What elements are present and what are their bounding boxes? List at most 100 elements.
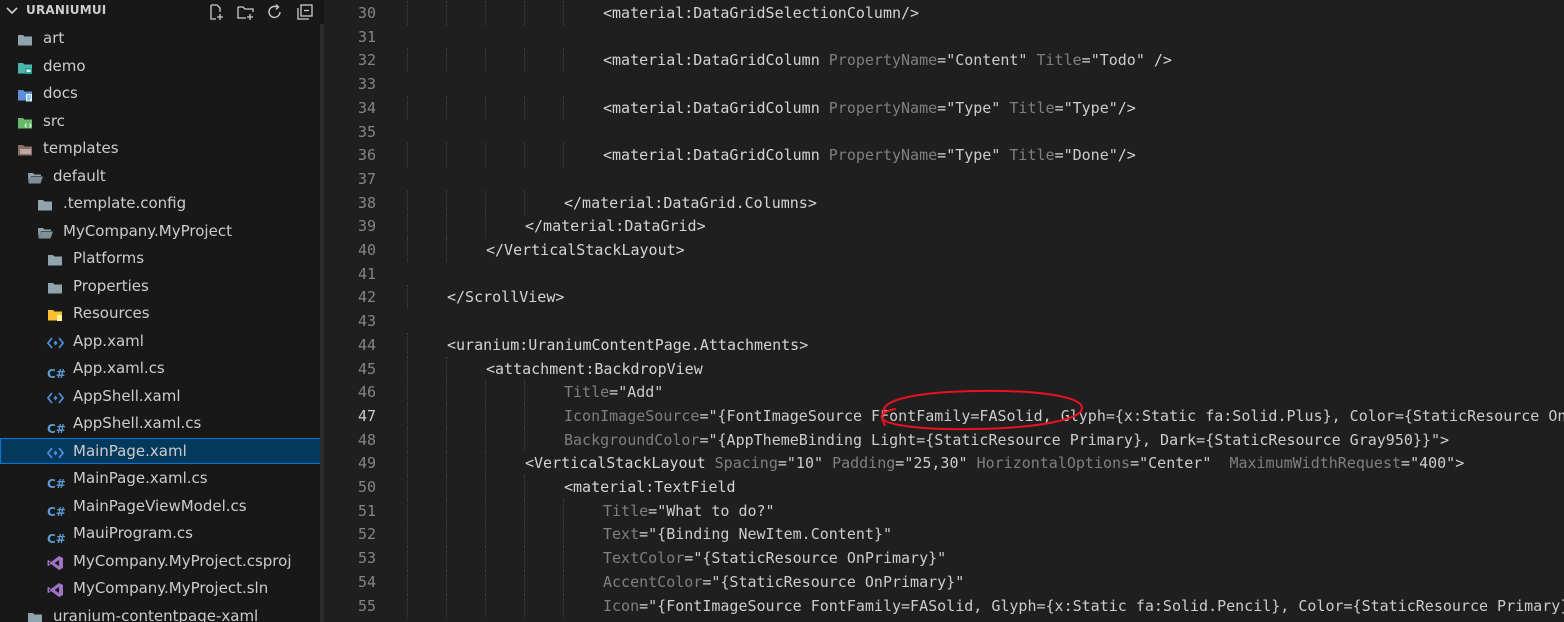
tree-file-mauiprogram-cs[interactable]: C# MauiProgram.cs	[0, 520, 324, 546]
indent-guide	[407, 498, 409, 523]
attribute-token: BackgroundColor	[564, 430, 700, 449]
attribute-token: Padding	[832, 454, 896, 473]
code-line[interactable]: 51 Title="What to do?"	[324, 498, 1564, 523]
chevron-down-icon[interactable]	[4, 2, 20, 18]
code-line[interactable]: 38 </material:DataGrid.Columns>	[324, 190, 1564, 215]
indent-guide	[407, 48, 409, 73]
tree-folder-src[interactable]: src	[0, 108, 324, 134]
attribute-token: PropertyName	[828, 146, 938, 165]
indent-guide	[407, 238, 409, 262]
collapse-all-button[interactable]	[294, 1, 316, 23]
tree-item-label: Resources	[73, 304, 150, 322]
refresh-button[interactable]	[264, 1, 286, 23]
folder-templates-icon	[17, 140, 34, 156]
code-line[interactable]: 30 <material:DataGridSelectionColumn/>	[324, 1, 1564, 25]
code-line[interactable]: 31	[324, 25, 1564, 49]
indent-guide	[407, 332, 409, 357]
code-line[interactable]: 42 </ScrollView>	[324, 285, 1564, 310]
tree-folder-platforms[interactable]: Platforms	[0, 245, 324, 271]
tree-file-appshell-xaml-cs[interactable]: C# AppShell.xaml.cs	[0, 410, 324, 436]
tree-folder-properties[interactable]: Properties	[0, 273, 324, 299]
refresh-icon	[268, 4, 281, 19]
tree-item-label: AppShell.xaml.cs	[73, 414, 202, 432]
indent-guide	[407, 522, 409, 547]
code-line[interactable]: 49 <VerticalStackLayout Spacing="10" Padd…	[324, 451, 1564, 476]
tree-file-mycompany-myproject-csproj[interactable]: MyCompany.MyProject.csproj	[0, 548, 324, 574]
code-line[interactable]: 41	[324, 262, 1564, 286]
code-line[interactable]: 39 </material:DataGrid>	[324, 214, 1564, 239]
code-text: <material:TextField	[564, 475, 736, 499]
tree-folder-templates[interactable]: templates	[0, 135, 324, 161]
code-line[interactable]: 45 <attachment:BackdropView	[324, 356, 1564, 381]
code-line[interactable]: 53 TextColor="{StaticResource OnPrimary}"	[324, 546, 1564, 571]
indent-guide	[485, 214, 487, 239]
tree-folder-default[interactable]: default	[0, 163, 324, 189]
code-line[interactable]: 55 Icon="{FontImageSource FontFamily=FASo…	[324, 593, 1564, 618]
code-line[interactable]: 35	[324, 120, 1564, 144]
indent-guide	[563, 95, 565, 120]
string-token: "{StaticResource OnPrimary}"	[711, 572, 965, 591]
string-token: "400"	[1410, 454, 1456, 473]
visual-studio-icon	[47, 580, 64, 597]
code-line[interactable]: 36 <material:DataGridColumn PropertyName=…	[324, 143, 1564, 168]
tag-token: =	[777, 454, 787, 473]
tag-token: <material:DataGridSelectionColumn/>	[603, 4, 920, 22]
tree-folder-docs[interactable]: docs	[0, 80, 324, 106]
code-line[interactable]: 43	[324, 309, 1564, 333]
indent-guide	[446, 214, 448, 239]
tree-folder-resources[interactable]: Resources	[0, 300, 324, 326]
tree-folder-demo[interactable]: demo	[0, 53, 324, 79]
new-file-button[interactable]	[205, 1, 227, 23]
code-line[interactable]: 50 <material:TextField	[324, 475, 1564, 499]
code-line[interactable]: 34 <material:DataGridColumn PropertyName=…	[324, 95, 1564, 120]
tag-token: =	[895, 454, 905, 473]
tree-file-mainpageviewmodel-cs[interactable]: C# MainPageViewModel.cs	[0, 493, 324, 519]
tree-folder-art[interactable]: art	[0, 25, 324, 51]
tree-file-mainpage-xaml-cs[interactable]: C# MainPage.xaml.cs	[0, 465, 324, 491]
code-line[interactable]: 52 Text="{Binding NewItem.Content}"	[324, 522, 1564, 547]
indent-guide	[446, 522, 448, 547]
tree-file-mycompany-myproject-sln[interactable]: MyCompany.MyProject.sln	[0, 575, 324, 601]
csharp-icon: C#	[47, 367, 66, 381]
code-line[interactable]: 37	[324, 167, 1564, 191]
tag-token	[968, 454, 977, 472]
indent-guide	[563, 522, 565, 547]
indent-guide	[485, 95, 487, 120]
line-number: 37	[357, 169, 376, 188]
indent-guide	[563, 1, 565, 25]
indent-guide	[524, 95, 526, 120]
code-line[interactable]: 40 </VerticalStackLayout>	[324, 238, 1564, 262]
line-number: 40	[357, 241, 376, 259]
indent-guide	[524, 1, 526, 25]
folder-src-icon	[17, 113, 34, 129]
code-line[interactable]: 54 AccentColor="{StaticResource OnPrimary…	[324, 569, 1564, 594]
folder-open-icon	[27, 168, 44, 184]
new-folder-button[interactable]	[235, 1, 257, 23]
code-line[interactable]: 33	[324, 72, 1564, 96]
line-number: 50	[357, 478, 376, 496]
code-editor[interactable]: 30 <material:DataGridSelectionColumn/> 31 3…	[324, 0, 1564, 622]
tree-file-app-xaml-cs[interactable]: C# App.xaml.cs	[0, 355, 324, 381]
indent-guide	[524, 569, 526, 594]
line-number: 34	[357, 98, 376, 117]
tree-file-appshell-xaml[interactable]: AppShell.xaml	[0, 383, 324, 409]
tree-file-mainpage-xaml[interactable]: MainPage.xaml	[0, 437, 324, 464]
tree-folder-mycompany-myproject[interactable]: MyCompany.MyProject	[0, 218, 324, 244]
string-token: "{StaticResource OnPrimary}"	[693, 549, 947, 568]
tree-folder-uranium-contentpage-xaml[interactable]: uranium-contentpage-xaml	[0, 603, 324, 622]
tree-item-label: src	[43, 111, 65, 130]
indent-guide	[524, 427, 526, 452]
indent-guide	[446, 356, 448, 381]
tag-token: =	[639, 596, 649, 615]
code-line[interactable]: 32 <material:DataGridColumn PropertyName=…	[324, 48, 1564, 73]
string-token: "{FontImageSource FontFamily=FASolid, Gl…	[648, 596, 1564, 615]
red-circle-highlight	[880, 389, 1084, 431]
tag-token	[1211, 454, 1229, 472]
tree-folder-template-config[interactable]: .template.config	[0, 190, 324, 216]
attribute-token: PropertyName	[828, 51, 938, 70]
code-line[interactable]: 44 <uranium:UraniumContentPage.Attachment…	[324, 332, 1564, 357]
tag-token: />	[1117, 98, 1136, 117]
indent-guide	[485, 475, 487, 499]
tree-file-app-xaml[interactable]: App.xaml	[0, 328, 324, 354]
indent-guide	[563, 143, 565, 168]
